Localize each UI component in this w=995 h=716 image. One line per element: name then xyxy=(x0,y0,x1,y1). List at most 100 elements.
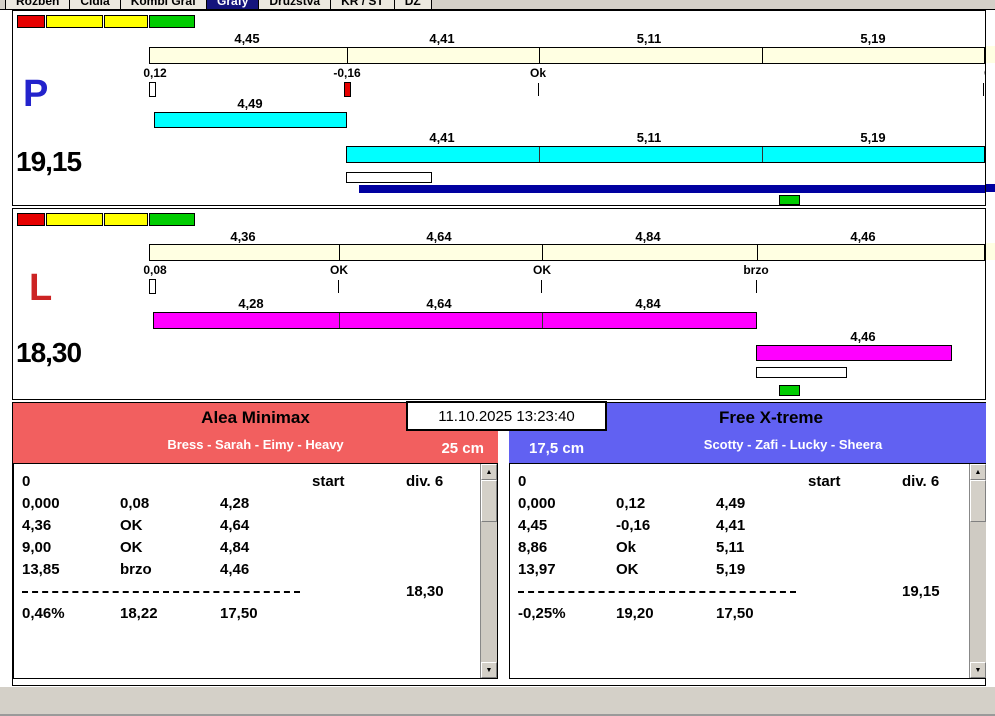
cross-mark-label: -0,16 xyxy=(333,66,360,80)
legend-green-box xyxy=(149,213,195,226)
total-cell: 18,30 xyxy=(406,581,480,603)
legend-red-box xyxy=(17,15,45,28)
tab-kr-st[interactable]: KR / ST xyxy=(330,0,395,10)
lane-total-time: 18,30 xyxy=(16,339,81,367)
legend-yellow-box xyxy=(46,15,103,28)
result-cell: 0,08 xyxy=(120,493,220,515)
split-label: 4,46 xyxy=(850,229,875,244)
tab-dz[interactable]: DZ xyxy=(394,0,432,10)
legend-yellow-box-2 xyxy=(104,15,148,28)
result-cell: 0 xyxy=(518,471,616,493)
ruler-divider xyxy=(539,48,540,63)
dog-time-label: 4,84 xyxy=(635,296,660,311)
result-cell xyxy=(808,559,902,581)
lane-letter: P xyxy=(23,75,48,113)
split-label: 4,84 xyxy=(635,229,660,244)
result-cell xyxy=(808,537,902,559)
result-cell: 9,00 xyxy=(22,537,120,559)
total-cell xyxy=(808,603,902,625)
progress-bar xyxy=(359,185,985,193)
result-cell: 0,12 xyxy=(616,493,716,515)
empty-gauge-box xyxy=(756,367,847,378)
scroll-up-icon[interactable]: ▲ xyxy=(970,464,986,480)
result-cell xyxy=(312,537,406,559)
empty-gauge-box xyxy=(346,172,432,183)
result-cell: -0,16 xyxy=(616,515,716,537)
result-cell xyxy=(312,493,406,515)
tab-strip: Rozbeh Cidla Kombi Graf Grafy Druzstva K… xyxy=(6,0,432,10)
status-legend xyxy=(13,213,985,226)
run-time-bar xyxy=(153,312,757,329)
result-cell: Ok xyxy=(616,537,716,559)
split-label: 4,36 xyxy=(230,229,255,244)
lane-panel-left: 4,36 4,64 4,84 4,46 0,08 OK OK brzo L 4,… xyxy=(12,208,986,400)
result-cell: 0,000 xyxy=(518,493,616,515)
result-cell: 5,19 xyxy=(716,559,808,581)
scroll-down-icon[interactable]: ▼ xyxy=(970,662,986,678)
result-cell xyxy=(902,515,969,537)
split-label: 5,11 xyxy=(637,31,662,46)
datetime-display: 11.10.2025 13:23:40 xyxy=(406,401,607,431)
tab-grafy[interactable]: Grafy xyxy=(206,0,259,10)
scroll-down-icon[interactable]: ▼ xyxy=(481,662,497,678)
separator-line xyxy=(22,591,300,593)
bar-remnant xyxy=(986,243,995,260)
result-cell: 13,97 xyxy=(518,559,616,581)
lane-panel-right: 4,45 4,41 5,11 5,19 0,12 -0,16 Ok OK P 4… xyxy=(12,10,986,206)
cross-mark-label: Ok xyxy=(530,66,546,80)
tab-cidla[interactable]: Cidla xyxy=(69,0,120,10)
bar-divider xyxy=(539,147,540,162)
result-cell: 0 xyxy=(22,471,120,493)
legend-green-box xyxy=(149,15,195,28)
ruler-divider xyxy=(757,245,758,260)
status-legend xyxy=(13,15,985,28)
cross-tick xyxy=(538,83,539,96)
split-label: 4,41 xyxy=(429,31,454,46)
result-cell xyxy=(616,471,716,493)
legend-red-box xyxy=(17,213,45,226)
result-cell: OK xyxy=(616,559,716,581)
green-indicator xyxy=(779,385,800,396)
tab-druzstva[interactable]: Druzstva xyxy=(258,0,331,10)
result-cell: 8,86 xyxy=(518,537,616,559)
right-margin xyxy=(986,10,995,686)
separator-line xyxy=(518,591,796,593)
cross-tick xyxy=(983,83,984,96)
scrollbar-thumb[interactable] xyxy=(481,480,497,522)
bar-divider xyxy=(762,147,763,162)
total-cell: -0,25% xyxy=(518,603,616,625)
result-cell xyxy=(808,515,902,537)
result-cell: 4,84 xyxy=(220,537,312,559)
result-cell: 4,46 xyxy=(220,559,312,581)
legend-yellow-box xyxy=(46,213,103,226)
scrollbar-thumb[interactable] xyxy=(970,480,986,522)
dog-time-label: 4,28 xyxy=(238,296,263,311)
team-name: Free X-treme xyxy=(555,408,987,428)
scrollbar[interactable]: ▲ ▼ xyxy=(969,464,986,678)
split-label: 5,19 xyxy=(860,31,885,46)
cross-mark-label: 0,12 xyxy=(143,66,166,80)
tab-rozbeh[interactable]: Rozbeh xyxy=(5,0,70,10)
result-cell: 4,41 xyxy=(716,515,808,537)
result-cell: 13,85 xyxy=(22,559,120,581)
scrollbar[interactable]: ▲ ▼ xyxy=(480,464,497,678)
result-cell: OK xyxy=(120,515,220,537)
result-cell: 4,49 xyxy=(716,493,808,515)
ruler-bar xyxy=(149,244,985,261)
result-cell: 4,45 xyxy=(518,515,616,537)
bar-remnant xyxy=(986,184,995,192)
scroll-up-icon[interactable]: ▲ xyxy=(481,464,497,480)
total-cell: 0,46% xyxy=(22,603,120,625)
flyball-timing-window: Rozbeh Cidla Kombi Graf Grafy Druzstva K… xyxy=(0,0,995,716)
result-cell: 0,000 xyxy=(22,493,120,515)
dog-time-label: 4,64 xyxy=(426,296,451,311)
tab-kombi-graf[interactable]: Kombi Graf xyxy=(120,0,207,10)
result-cell: start xyxy=(808,471,902,493)
lane-letter: L xyxy=(29,269,52,307)
cross-mark-label: OK xyxy=(533,263,551,277)
results-table-right: 0 start div. 6 0,000 0,12 4,49 4,45 -0,1… xyxy=(509,463,987,679)
result-cell xyxy=(406,515,480,537)
ruler-divider xyxy=(542,245,543,260)
result-cell: 4,28 xyxy=(220,493,312,515)
results-grid: 0 start div. 6 0,000 0,08 4,28 4,36 OK 4… xyxy=(14,464,480,678)
